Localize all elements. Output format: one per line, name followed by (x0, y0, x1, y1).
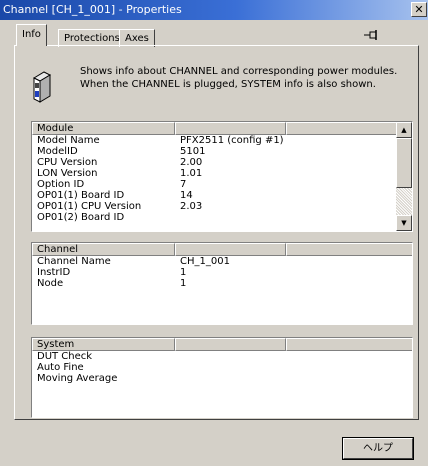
table-row[interactable]: DUT Check (32, 351, 412, 362)
info-description: Shows info about CHANNEL and correspondi… (80, 66, 398, 90)
table-row[interactable]: LON Version 1.01 (32, 168, 412, 179)
module-list[interactable]: Module Model Name PFX2511 (config #1) Mod… (31, 121, 413, 232)
table-row[interactable]: Node 1 (32, 278, 412, 289)
device-icon (32, 70, 52, 104)
channel-list[interactable]: Channel Channel Name CH_1_001 InstrID 1 No… (31, 242, 413, 325)
table-row[interactable]: Channel Name CH_1_001 (32, 256, 412, 267)
table-row[interactable]: OP01(1) Board ID 14 (32, 190, 412, 201)
header-col2[interactable] (175, 338, 286, 351)
scroll-up-button[interactable]: ▲ (396, 122, 412, 138)
close-icon: ✕ (414, 3, 424, 16)
vertical-scrollbar[interactable]: ▲ ▼ (396, 122, 412, 231)
header-module[interactable]: Module (32, 122, 175, 135)
tab-info[interactable]: Info (16, 24, 47, 46)
header-col2[interactable] (175, 243, 286, 256)
table-row[interactable]: Auto Fine (32, 362, 412, 373)
pin-icon[interactable] (364, 30, 380, 43)
table-row[interactable]: CPU Version 2.00 (32, 157, 412, 168)
table-row[interactable]: OP01(1) CPU Version 2.03 (32, 201, 412, 212)
table-row[interactable]: Option ID 7 (32, 179, 412, 190)
system-header: System (32, 338, 412, 351)
window-title: Channel [CH_1_001] - Properties (3, 3, 182, 16)
header-system[interactable]: System (32, 338, 175, 351)
scroll-thumb[interactable] (396, 138, 412, 188)
help-button[interactable]: ヘルプ (342, 437, 414, 460)
table-row[interactable]: Moving Average (32, 373, 412, 384)
close-button[interactable]: ✕ (411, 2, 427, 17)
table-row[interactable]: InstrID 1 (32, 267, 412, 278)
scroll-down-button[interactable]: ▼ (396, 215, 412, 231)
title-bar: Channel [CH_1_001] - Properties ✕ (0, 0, 428, 20)
system-list[interactable]: System DUT Check Auto Fine Moving Averag… (31, 337, 413, 418)
header-channel[interactable]: Channel (32, 243, 175, 256)
channel-header: Channel (32, 243, 412, 256)
module-header: Module (32, 122, 412, 135)
header-col3[interactable] (286, 122, 398, 135)
table-row[interactable]: Model Name PFX2511 (config #1) (32, 135, 412, 146)
header-col2[interactable] (175, 122, 286, 135)
table-row[interactable]: OP01(2) Board ID (32, 212, 412, 223)
table-row[interactable]: ModelID 5101 (32, 146, 412, 157)
header-col3[interactable] (286, 243, 412, 256)
header-col3[interactable] (286, 338, 412, 351)
